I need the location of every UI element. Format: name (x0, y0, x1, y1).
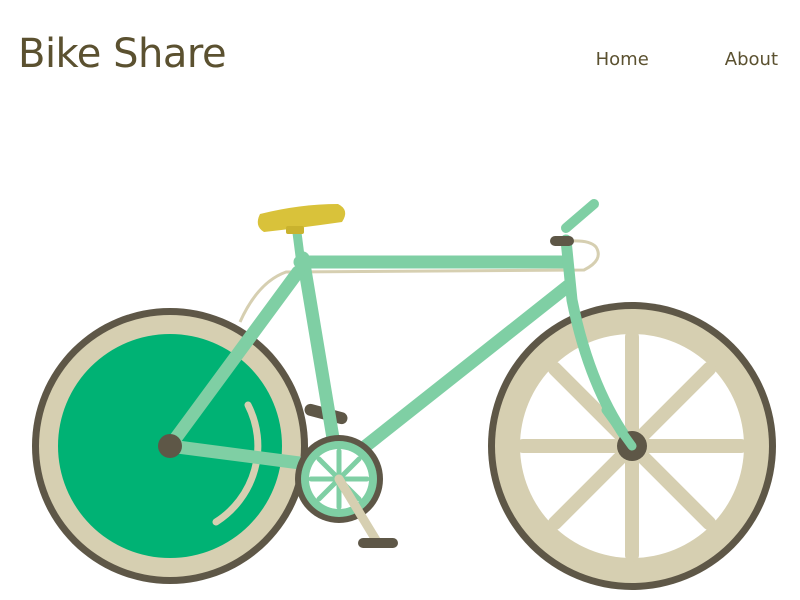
bike-saddle (257, 204, 346, 234)
nav-link-about[interactable]: About (725, 46, 778, 74)
nav-link-home[interactable]: Home (596, 46, 649, 74)
hero-section (0, 190, 800, 600)
crankset (295, 435, 398, 548)
site-title[interactable]: Bike Share (18, 26, 227, 82)
page: Bike Share Home About (0, 0, 800, 600)
bicycle-illustration-icon (32, 199, 776, 590)
main-nav: Home About (596, 46, 778, 74)
site-header: Bike Share Home About (0, 0, 800, 110)
